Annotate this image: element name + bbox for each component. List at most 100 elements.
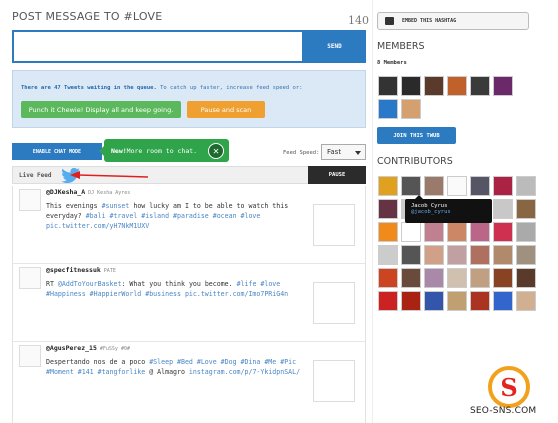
pause-and-scan-button[interactable]: Pause and scan [187,101,265,118]
tweet-handle: @specfitnessuk [46,266,101,274]
contributor-avatar[interactable] [516,222,536,242]
contributor-avatar[interactable] [516,176,536,196]
tweet-handle: @DJKesha_A [46,188,86,196]
pointer-arrow [70,171,149,179]
contributor-avatar[interactable] [470,245,490,265]
post-message-title: POST MESSAGE TO #LOVE [12,10,163,23]
tweet-text-part: RT [46,280,58,288]
close-icon[interactable]: ✕ [208,143,224,159]
embed-hashtag-label: EMBED THIS HASHTAG [402,18,457,24]
contributor-avatar[interactable] [401,268,421,288]
contributor-avatar[interactable] [447,245,467,265]
contributor-avatar[interactable] [401,245,421,265]
contributor-avatar[interactable] [470,268,490,288]
tweet-media[interactable] [313,360,355,402]
member-avatar[interactable] [424,76,444,96]
contributor-avatar[interactable] [378,176,398,196]
member-avatar[interactable] [401,99,421,119]
contributor-avatar[interactable] [378,268,398,288]
tweet-display-name: #FuSSy #0# [99,346,130,352]
queue-notice: There are 47 Tweets waiting in the queue… [12,70,366,128]
message-input[interactable] [12,30,304,63]
contributor-avatar[interactable] [424,222,444,242]
feed-speed-select[interactable]: Fast [321,144,366,160]
contributor-avatar[interactable] [401,222,421,242]
column-divider [372,0,373,423]
contributor-avatar[interactable] [516,199,536,219]
watermark-text: SEO-SNS.COM [470,406,537,416]
queue-message-rest: To catch up faster, increase feed speed … [156,85,303,91]
contributor-avatar[interactable] [447,268,467,288]
hashtag-link[interactable]: #sunset [102,202,130,210]
contributor-avatar[interactable] [493,291,513,311]
contributor-avatar[interactable] [516,245,536,265]
member-avatar[interactable] [401,76,421,96]
tweet-user[interactable]: @DJKesha_A DJ Kesha Ayres [46,188,130,196]
chat-mode-tip: New! More room to chat. ✕ [99,139,229,162]
member-avatar[interactable] [378,76,398,96]
mention-link[interactable]: @AddToYourBasket [58,280,122,288]
queue-message-strong: There are 47 Tweets waiting in the queue… [21,85,157,91]
contributor-avatar[interactable] [401,176,421,196]
members-count: 8 Members [377,60,407,66]
live-feed-label: Live Feed [19,172,52,179]
character-counter: 140 [348,14,369,27]
tooltip-handle[interactable]: @jacob_cyrus [411,209,486,215]
member-avatar[interactable] [447,76,467,96]
watermark-logo-letter: S [500,372,518,402]
tweet-item: @AgusPerez_15 #FuSSy #0# Despertando nos … [13,342,365,423]
contributor-avatar[interactable] [424,245,444,265]
join-twub-button[interactable]: JOIN THIS TWUB [377,127,456,144]
tweet-user[interactable]: @AgusPerez_15 #FuSSy #0# [46,344,130,352]
tweet-feed: @DJKesha_A DJ Kesha Ayres This evenings #… [12,186,366,423]
punch-it-button[interactable]: Punch it Chewie! Display all and keep go… [21,101,181,118]
enable-chat-mode-button[interactable]: ENABLE CHAT MODE [12,143,102,160]
contributor-avatar[interactable] [493,268,513,288]
tweet-media[interactable] [313,204,355,246]
tweet-text-part: @ Almagro [145,367,189,376]
tweet-item: @DJKesha_A DJ Kesha Ayres This evenings #… [13,186,365,264]
avatar[interactable] [19,267,41,289]
contributor-avatar[interactable] [447,291,467,311]
contributor-avatar[interactable] [424,176,444,196]
contributor-avatar[interactable] [424,268,444,288]
contributor-avatar[interactable] [424,291,444,311]
contributor-tooltip: Jacob Cyrus @jacob_cyrus [405,195,492,223]
contributor-avatar[interactable] [493,199,513,219]
members-title: MEMBERS [377,41,425,52]
feed-speed-value: Fast [327,148,342,156]
instagram-link[interactable]: instagram.com/p/7-YkidpnSAL/ [189,368,300,376]
contributor-avatar[interactable] [493,245,513,265]
contributor-avatar[interactable] [401,291,421,311]
tweet-text-part: This evenings [46,202,102,210]
tweet-display-name: DJ Kesha Ayres [88,190,131,196]
avatar[interactable] [19,345,41,367]
contributor-avatar[interactable] [378,291,398,311]
watermark-logo: S [488,366,530,408]
embed-hashtag-button[interactable]: EMBED THIS HASHTAG [377,12,529,30]
member-avatar[interactable] [493,76,513,96]
tweet-media[interactable] [313,282,355,324]
contributor-avatar[interactable] [470,176,490,196]
contributor-avatar[interactable] [378,222,398,242]
tweet-user[interactable]: @specfitnessuk PATE [46,266,116,274]
avatar[interactable] [19,189,41,211]
tweet-handle: @AgusPerez_15 [46,344,97,352]
contributor-avatar[interactable] [493,222,513,242]
contributor-avatar[interactable] [470,291,490,311]
contributor-avatar[interactable] [516,268,536,288]
contributor-avatar[interactable] [378,245,398,265]
send-button[interactable]: SEND [303,30,366,63]
contributor-avatar[interactable] [470,222,490,242]
contributor-avatar[interactable] [493,176,513,196]
contributor-avatar[interactable] [378,199,398,219]
contributor-avatar[interactable] [447,222,467,242]
member-avatar[interactable] [470,76,490,96]
contributor-avatar[interactable] [516,291,536,311]
tip-text: More room to chat. [126,146,198,155]
member-avatar[interactable] [378,99,398,119]
tweet-text: RT @AddToYourBasket: What you think you … [46,280,301,300]
contributor-avatar[interactable] [447,176,467,196]
pause-button[interactable]: PAUSE [308,166,366,184]
chevron-down-icon [355,151,361,155]
